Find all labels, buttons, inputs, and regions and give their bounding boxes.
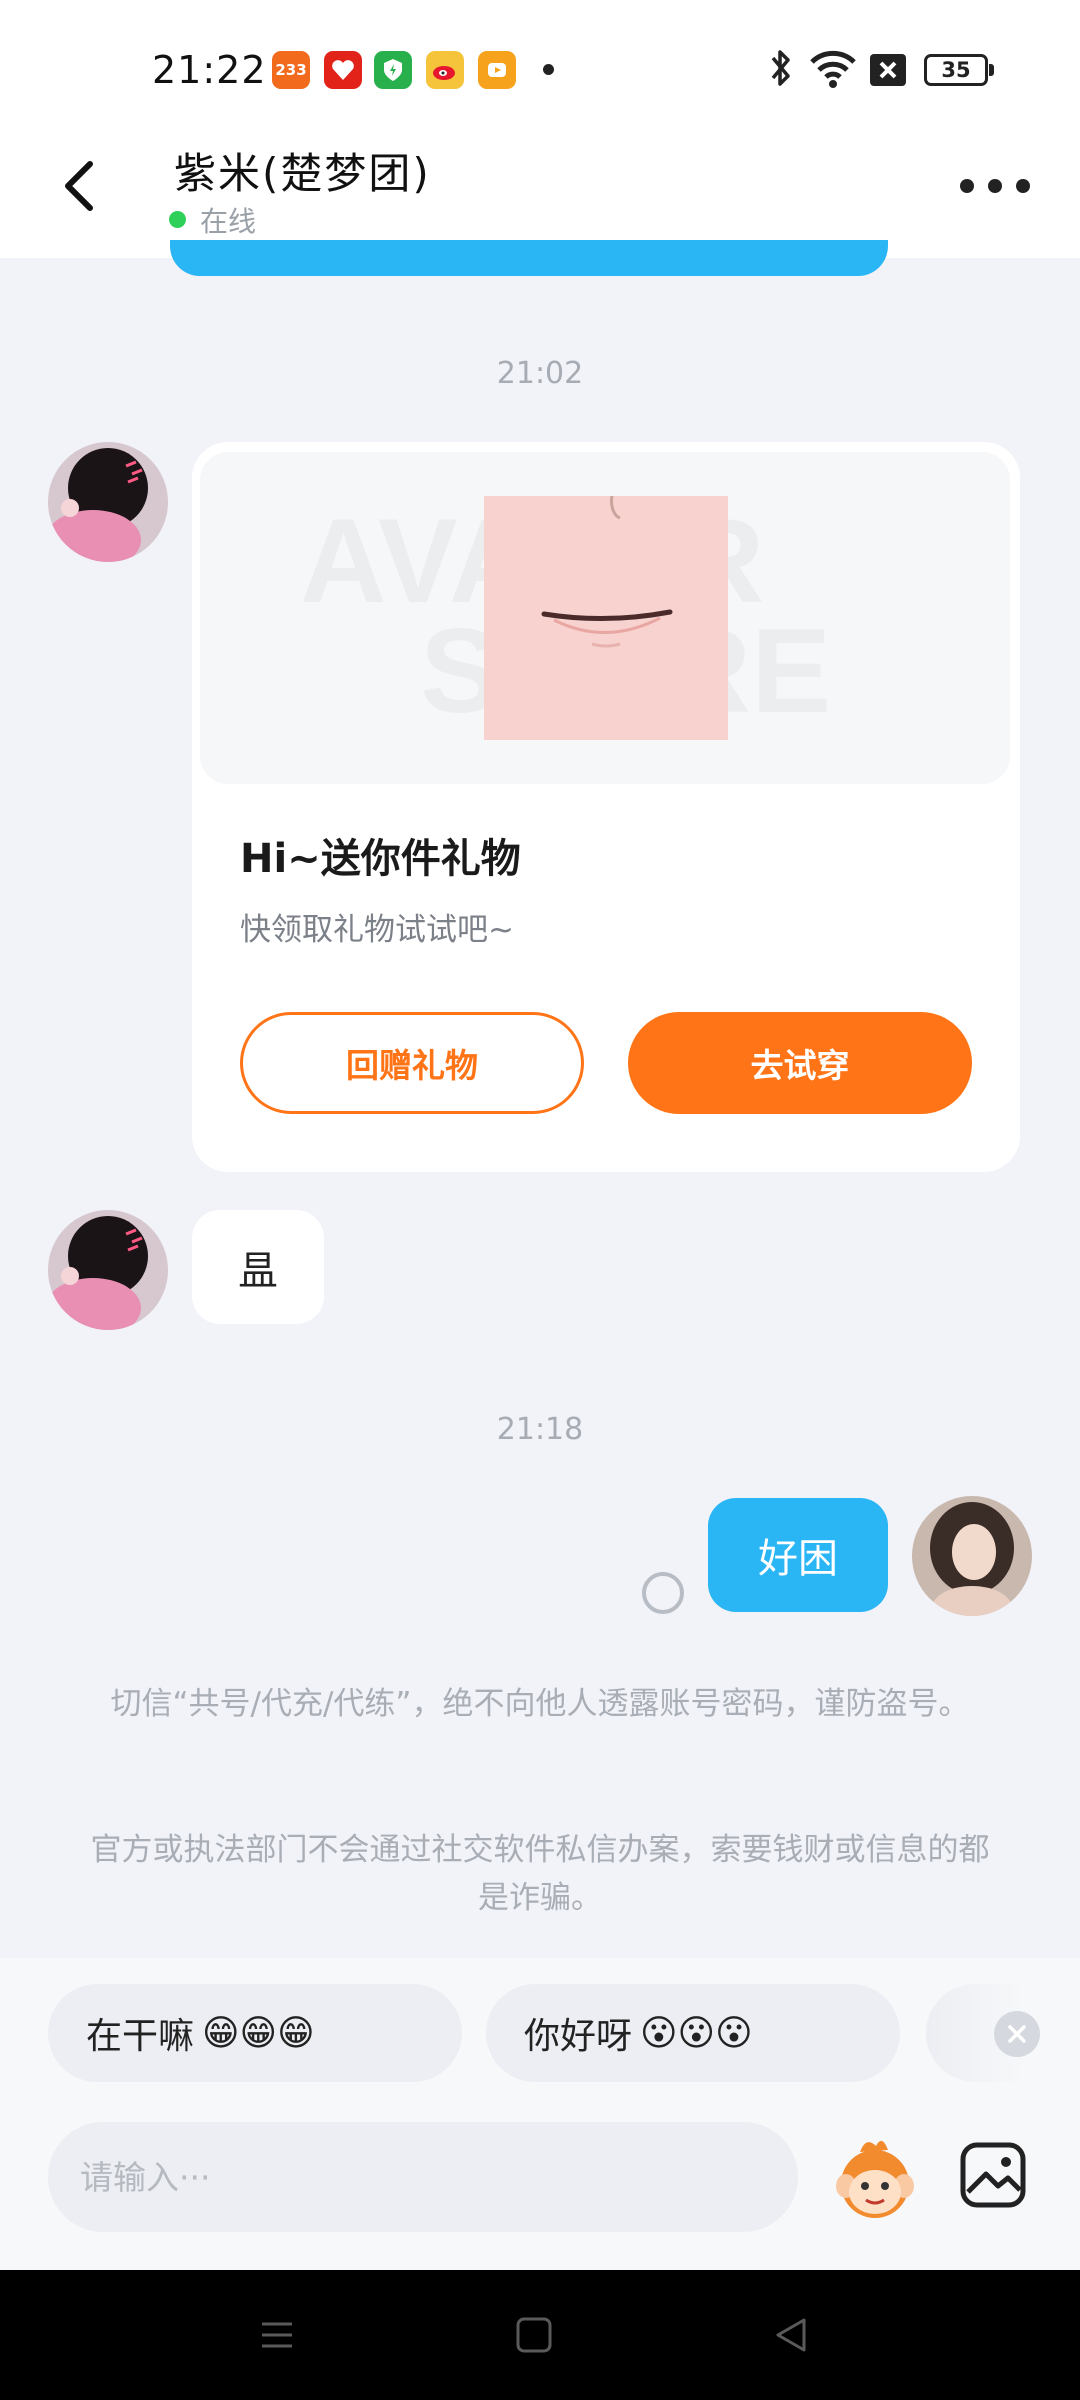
online-status-dot [169, 211, 186, 228]
gift-card-subtitle: 快领取礼物试试吧~ [240, 912, 514, 948]
monkey-mascot-icon [836, 2140, 914, 2218]
app-heart-icon [324, 51, 362, 89]
triangle-back-icon [776, 2318, 806, 2352]
message-read-status-icon [642, 1572, 684, 1614]
contact-name: 紫米(楚梦团) [174, 149, 431, 198]
return-gift-button[interactable]: 回赠礼物 [240, 1012, 584, 1114]
sim-off-icon [870, 54, 906, 90]
try-on-button[interactable]: 去试穿 [628, 1012, 972, 1114]
close-icon [1008, 2025, 1026, 2043]
square-home-icon [516, 2317, 552, 2353]
message-timestamp: 21:02 [496, 356, 584, 391]
incoming-message-bubble[interactable]: 昷 [192, 1210, 324, 1324]
image-icon [960, 2142, 1026, 2208]
chat-header [0, 130, 1080, 258]
send-image-button[interactable] [958, 2140, 1028, 2210]
quick-reply-chip[interactable]: 你好呀 😮😮😮 [486, 1984, 900, 2082]
quick-reply-label: 你好呀 [524, 2016, 633, 2057]
online-status-label: 在线 [200, 205, 257, 238]
monkey-surprised-emoji-icon: 😮😮😮 [640, 2012, 753, 2054]
contact-avatar[interactable] [48, 442, 168, 562]
gift-item-image [484, 495, 728, 740]
emoji-mascot-button[interactable] [830, 2134, 920, 2224]
app-video-icon [478, 51, 516, 89]
app-233-icon: 233 [272, 51, 310, 89]
gift-card-title: Hi~送你件礼物 [240, 836, 521, 882]
message-timestamp: 21:18 [496, 1412, 584, 1447]
bluetooth-icon [766, 46, 796, 94]
weibo-icon [426, 51, 464, 89]
system-back-button[interactable] [766, 2310, 816, 2360]
contact-avatar[interactable] [48, 1210, 168, 1330]
quick-reply-chip[interactable]: 在干嘛 😁😁😁 [48, 1984, 462, 2082]
menu-icon [262, 2322, 292, 2348]
close-quick-replies-button[interactable] [994, 2011, 1040, 2057]
more-options-button[interactable] [960, 166, 1030, 206]
monkey-grin-emoji-icon: 😁😁😁 [202, 2012, 315, 2054]
notification-dot [543, 64, 554, 75]
app-shield-icon [374, 51, 412, 89]
chevron-left-icon [65, 161, 93, 211]
safety-notice-fraud: 官方或执法部门不会通过社交软件私信办案，索要钱财或信息的都是诈骗。 [90, 1832, 990, 1916]
battery-indicator: 35 [924, 54, 988, 86]
recent-apps-button[interactable] [252, 2310, 302, 2360]
my-avatar[interactable] [912, 1496, 1032, 1616]
outgoing-message-bubble[interactable]: 好困 [708, 1498, 888, 1612]
status-clock: 21:22 [152, 48, 267, 92]
battery-tip [989, 64, 994, 76]
message-input[interactable] [48, 2122, 798, 2232]
previous-message-bubble[interactable] [170, 240, 888, 276]
back-button[interactable] [48, 150, 118, 220]
safety-notice-account: 切信“共号/代充/代练”，绝不向他人透露账号密码，谨防盗号。 [110, 1686, 970, 1722]
more-dots-icon [960, 179, 974, 193]
wifi-icon [808, 46, 858, 94]
quick-reply-label: 在干嘛 [86, 2016, 195, 2057]
home-button[interactable] [509, 2310, 559, 2360]
